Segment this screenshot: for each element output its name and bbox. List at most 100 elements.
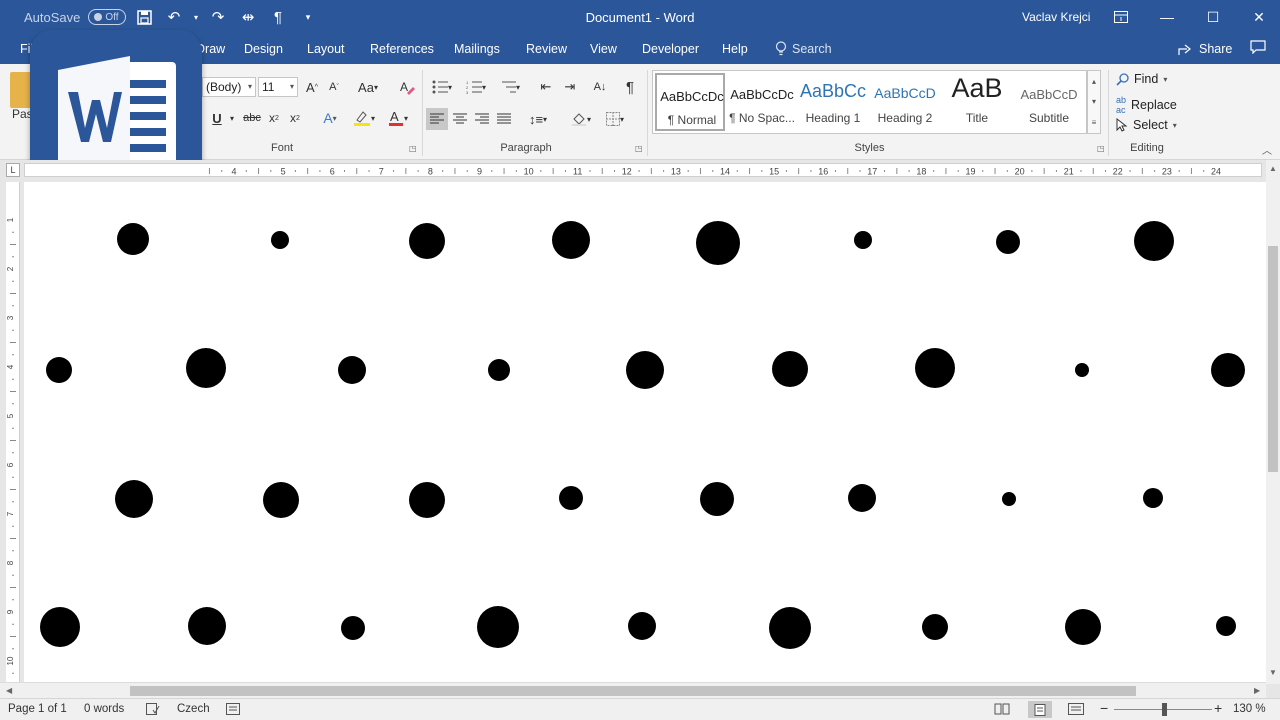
maximize-icon[interactable]: ☐ [1190, 4, 1236, 30]
font-size-combo[interactable]: 11 ▾ [258, 77, 298, 97]
shading-icon[interactable]: ▾ [566, 108, 596, 130]
autosave-control[interactable]: AutoSave Off [24, 9, 127, 25]
numbering-icon[interactable]: 1 2 3 ▾ [462, 77, 490, 97]
zoom-slider-thumb[interactable] [1162, 703, 1167, 716]
font-name-combo[interactable]: (Body) ▾ [202, 77, 256, 97]
scroll-left-icon[interactable]: ◀ [6, 686, 12, 695]
autosave-toggle[interactable]: Off [88, 9, 127, 25]
scroll-up-icon[interactable]: ▲ [1269, 164, 1277, 173]
dot[interactable] [409, 223, 445, 259]
word-count[interactable]: 0 words [84, 703, 124, 715]
tab-help[interactable]: Help [722, 42, 748, 56]
dot[interactable] [1143, 488, 1163, 508]
zoom-out-icon[interactable]: − [1100, 700, 1108, 716]
read-mode-icon[interactable] [994, 703, 1010, 718]
show-formatting-icon[interactable]: ¶ [620, 77, 640, 97]
dot[interactable] [996, 230, 1020, 254]
tab-layout[interactable]: Layout [307, 42, 345, 56]
style-subtitle[interactable]: AaBbCcD Subtitle [1014, 73, 1084, 131]
underline-dropdown-icon[interactable]: ▾ [228, 108, 236, 128]
scroll-right-icon[interactable]: ▶ [1254, 686, 1260, 695]
save-icon[interactable] [132, 6, 156, 28]
paste-icon[interactable] [10, 72, 32, 108]
borders-icon[interactable]: ▾ [600, 108, 630, 130]
clear-formatting-icon[interactable]: A [396, 77, 418, 97]
tell-me-search[interactable]: Search [775, 41, 832, 56]
styles-dialog-launcher-icon[interactable]: ◳ [1097, 144, 1105, 153]
redo-icon[interactable]: ↷ [206, 6, 230, 28]
dot[interactable] [271, 231, 289, 249]
justify-icon[interactable] [494, 108, 514, 130]
change-case-icon[interactable]: Aa ▾ [354, 77, 382, 97]
dot[interactable] [626, 351, 664, 389]
underline-icon[interactable]: U [210, 108, 224, 128]
vertical-scrollbar[interactable]: ▲ ▼ [1266, 160, 1280, 684]
macro-recording-icon[interactable] [226, 703, 240, 718]
select-button[interactable]: Select ▾ [1116, 118, 1177, 132]
dot[interactable] [1075, 363, 1089, 377]
dot[interactable] [1065, 609, 1101, 645]
sort-icon[interactable]: A↓ [590, 77, 610, 97]
bullets-icon[interactable]: ▾ [428, 77, 456, 97]
dot[interactable] [186, 348, 226, 388]
ribbon-display-icon[interactable] [1098, 4, 1144, 30]
font-color-icon[interactable]: A ▾ [384, 108, 412, 128]
subscript-icon[interactable]: x2 [266, 108, 282, 128]
style-heading-2[interactable]: AaBbCcD Heading 2 [870, 73, 940, 131]
dot[interactable] [559, 486, 583, 510]
dot[interactable] [46, 357, 72, 383]
dot[interactable] [552, 221, 590, 259]
align-center-icon[interactable] [450, 108, 470, 130]
grow-font-icon[interactable]: A ^ [304, 77, 320, 97]
dot[interactable] [115, 480, 153, 518]
customize-qat-icon[interactable]: ▾ [296, 6, 320, 28]
collapse-ribbon-icon[interactable]: ︿ [1262, 142, 1272, 157]
chevron-down-icon[interactable]: ▾ [1092, 97, 1096, 106]
spacing-icon[interactable]: ⇹ [236, 6, 260, 28]
close-icon[interactable]: ✕ [1236, 4, 1280, 30]
dot[interactable] [1211, 353, 1245, 387]
dot[interactable] [915, 348, 955, 388]
tab-view[interactable]: View [590, 42, 617, 56]
dot[interactable] [117, 223, 149, 255]
replace-button[interactable]: ab ac Replace [1116, 95, 1177, 115]
dot[interactable] [263, 482, 299, 518]
increase-indent-icon[interactable]: ⇥ [560, 77, 580, 97]
dot[interactable] [854, 231, 872, 249]
superscript-icon[interactable]: x2 [287, 108, 303, 128]
undo-dropdown-icon[interactable]: ▾ [192, 6, 200, 28]
styles-gallery-scroll[interactable]: ▴ ▾ ≡ [1087, 70, 1101, 134]
tab-mailings[interactable]: Mailings [454, 42, 500, 56]
horizontal-ruler[interactable]: 4 5 6 7 8 9 10 11 12 13 14 15 16 17 18 19 20 21 22 23 24 [24, 163, 1262, 177]
dot[interactable] [1134, 221, 1174, 261]
undo-icon[interactable]: ↶ [162, 6, 186, 28]
horizontal-scroll-thumb[interactable] [130, 686, 1136, 696]
dot[interactable] [488, 359, 510, 381]
line-spacing-icon[interactable]: ↕≡ ▾ [524, 108, 552, 130]
style-normal[interactable]: AaBbCcDc ¶ Normal [655, 73, 725, 131]
style-no-spacing[interactable]: AaBbCcDc ¶ No Spac... [727, 73, 797, 131]
tab-selector[interactable]: L [6, 163, 20, 177]
share-button[interactable]: Share [1178, 42, 1232, 56]
document-page[interactable] [24, 182, 1266, 682]
scroll-down-icon[interactable]: ▼ [1269, 668, 1277, 677]
style-title[interactable]: AaB Title [942, 73, 1012, 131]
find-button[interactable]: Find ▾ [1116, 72, 1167, 86]
comments-icon[interactable] [1250, 40, 1266, 58]
print-layout-icon[interactable] [1028, 701, 1052, 718]
zoom-in-icon[interactable]: + [1214, 700, 1222, 716]
dot[interactable] [696, 221, 740, 265]
tab-design[interactable]: Design [244, 42, 283, 56]
chevron-up-icon[interactable]: ▴ [1092, 77, 1096, 86]
paragraph-dialog-launcher-icon[interactable]: ◳ [635, 144, 643, 153]
dot[interactable] [772, 351, 808, 387]
zoom-level[interactable]: 130 % [1233, 703, 1266, 715]
style-heading-1[interactable]: AaBbCc Heading 1 [798, 73, 868, 131]
horizontal-scrollbar[interactable]: ◀ ▶ [0, 682, 1266, 698]
minimize-icon[interactable]: — [1144, 4, 1190, 30]
page-count[interactable]: Page 1 of 1 [8, 703, 67, 715]
proofing-icon[interactable] [146, 703, 160, 718]
user-name[interactable]: Vaclav Krejci [1022, 10, 1090, 24]
decrease-indent-icon[interactable]: ⇤ [536, 77, 556, 97]
font-dialog-launcher-icon[interactable]: ◳ [409, 144, 417, 153]
